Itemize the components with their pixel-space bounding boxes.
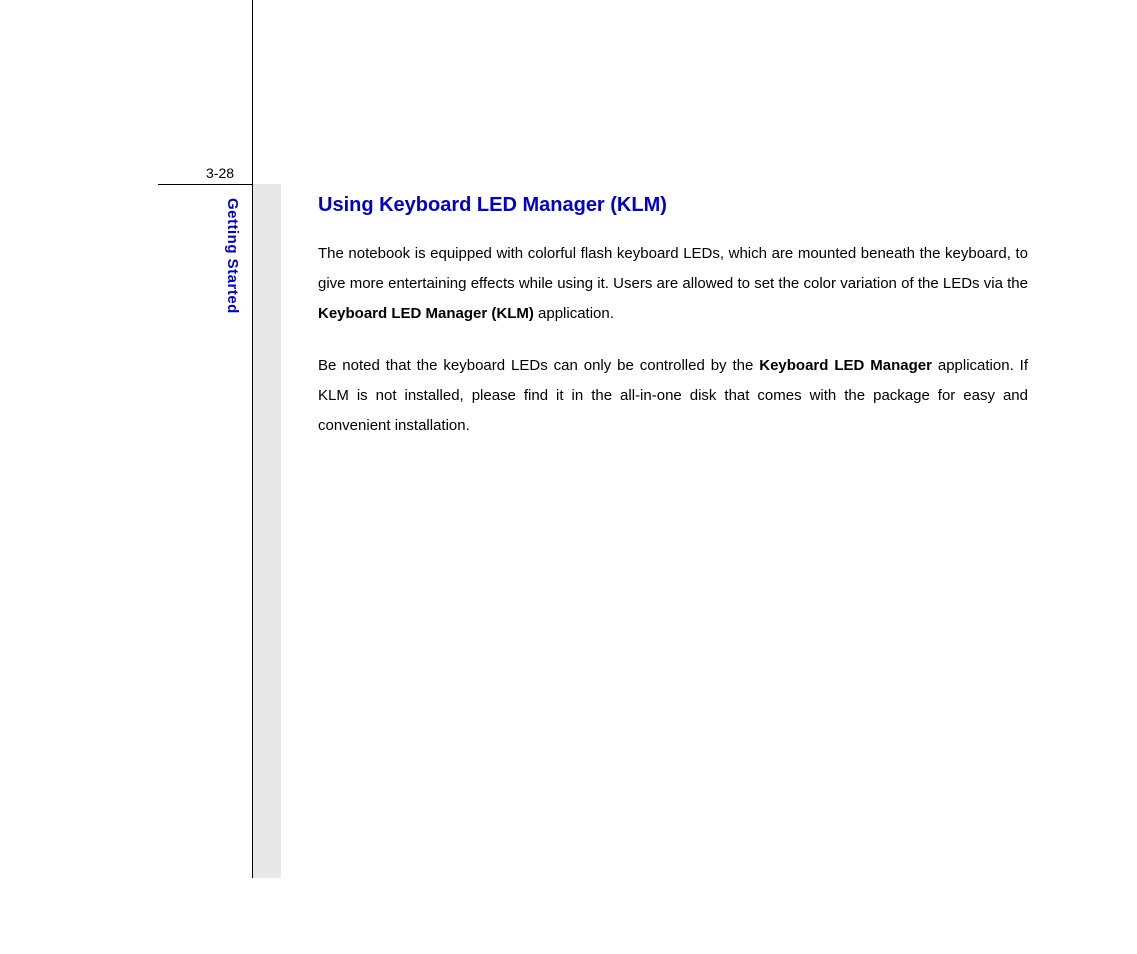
paragraph-2-bold: Keyboard LED Manager (759, 357, 932, 374)
paragraph-1-text-b: application. (534, 305, 614, 322)
paragraph-1-bold: Keyboard LED Manager (KLM) (318, 305, 534, 322)
content-area: Using Keyboard LED Manager (KLM) The not… (318, 194, 1028, 463)
page-number-underline (158, 184, 252, 185)
paragraph-1: The notebook is equipped with colorful f… (318, 239, 1028, 329)
page-heading: Using Keyboard LED Manager (KLM) (318, 194, 1028, 217)
paragraph-2-text-a: Be noted that the keyboard LEDs can only… (318, 357, 759, 374)
section-side-label: Getting Started (224, 198, 241, 314)
paragraph-1-text-a: The notebook is equipped with colorful f… (318, 245, 1028, 292)
margin-column (253, 184, 281, 878)
paragraph-2: Be noted that the keyboard LEDs can only… (318, 351, 1028, 441)
page-number: 3-28 (206, 165, 234, 181)
